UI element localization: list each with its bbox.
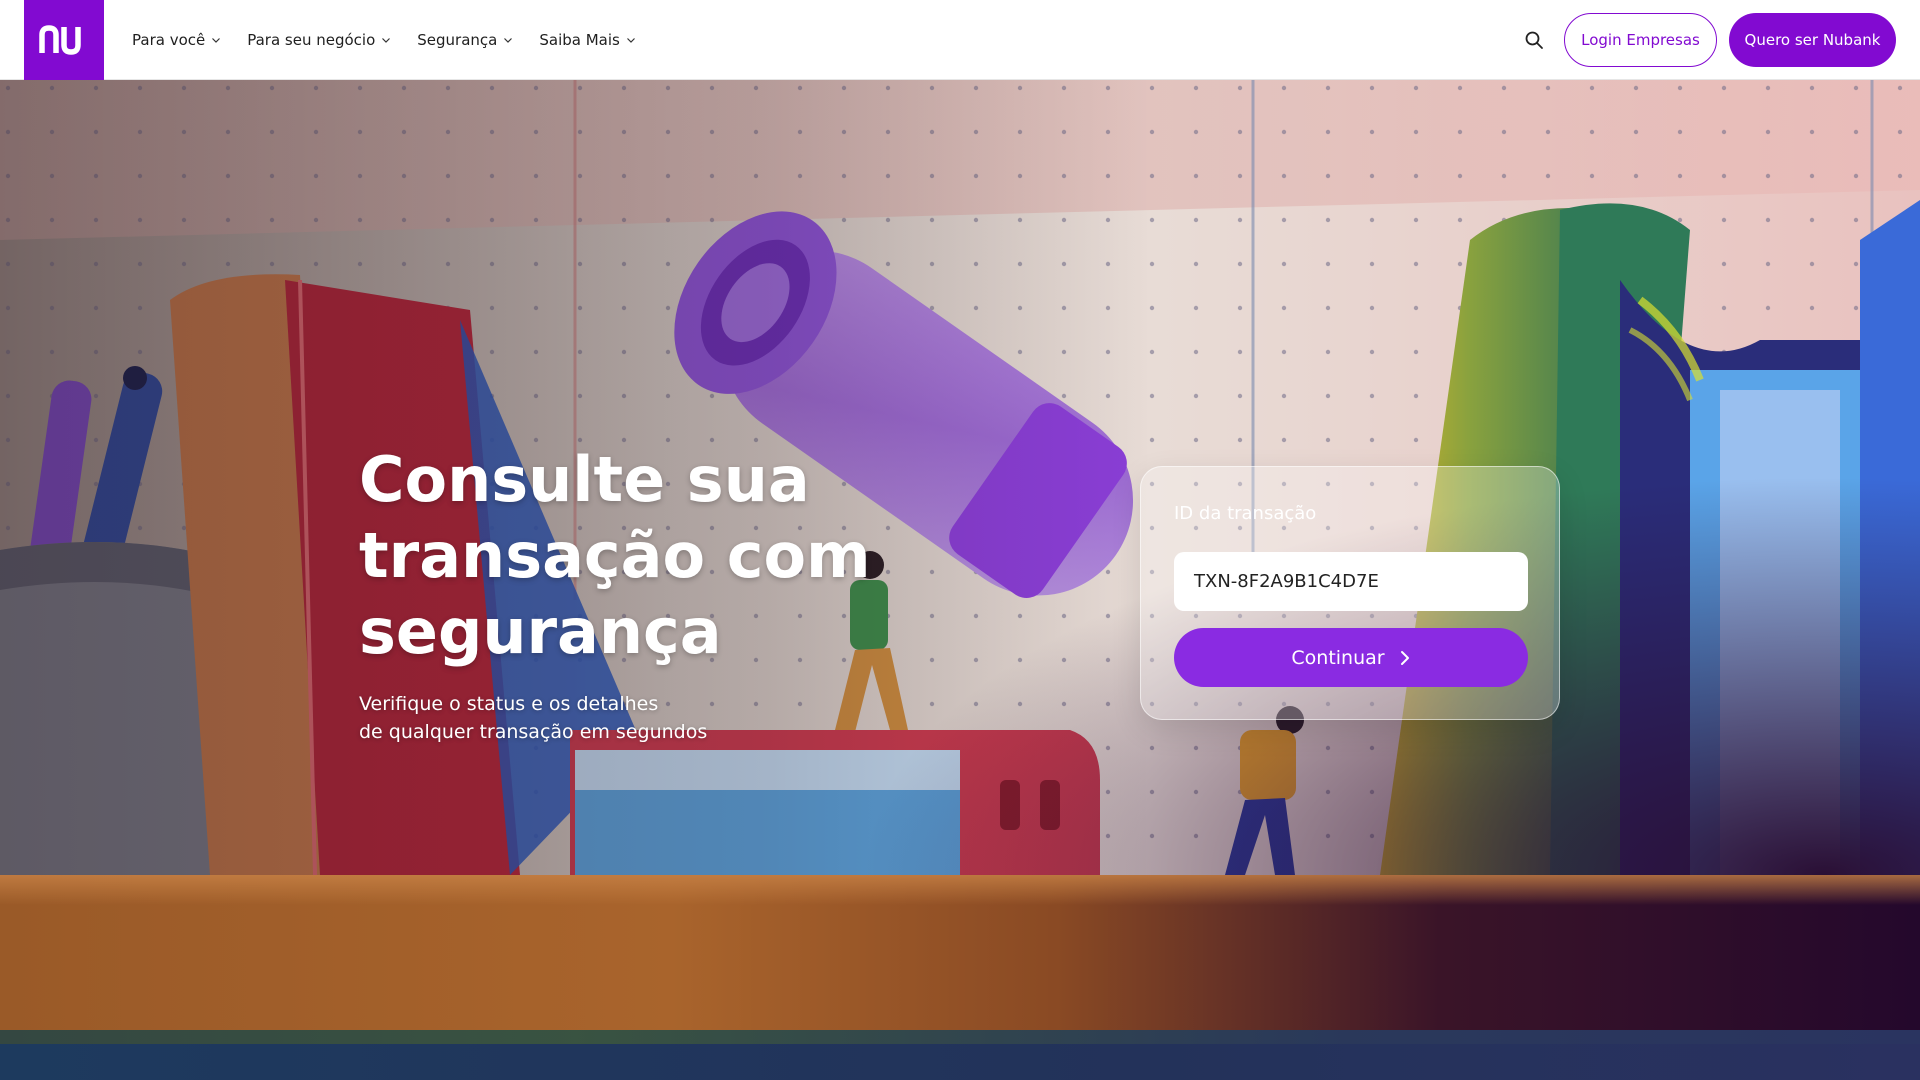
bottom-band-edge <box>0 1030 1920 1044</box>
search-button[interactable] <box>1520 26 1548 54</box>
chevron-down-icon <box>504 38 513 43</box>
nubank-logo[interactable] <box>24 0 104 80</box>
nav-item-label: Segurança <box>417 31 498 49</box>
continue-button-label: Continuar <box>1291 646 1385 669</box>
nav-item-seguranca[interactable]: Segurança <box>417 31 513 49</box>
nav-item-para-voce[interactable]: Para você <box>132 31 221 49</box>
continue-button[interactable]: Continuar <box>1174 628 1528 687</box>
hero-subtitle: Verifique o status e os detalhes de qual… <box>359 690 879 746</box>
chevron-down-icon <box>382 38 391 43</box>
nav-item-para-seu-negocio[interactable]: Para seu negócio <box>247 31 391 49</box>
nav-item-label: Para você <box>132 31 206 49</box>
hero-subtitle-line-1: Verifique o status e os detalhes <box>359 693 659 715</box>
quero-ser-nubank-button[interactable]: Quero ser Nubank <box>1729 13 1896 67</box>
chevron-down-icon <box>626 38 635 43</box>
nu-logo-mark <box>39 25 81 55</box>
top-header: Para você Para seu negócio Segurança Sai… <box>0 0 1920 80</box>
transaction-id-input[interactable]: TXN-8F2A9B1C4D7E <box>1174 552 1528 611</box>
shelf-highlight <box>0 875 1920 905</box>
main-nav: Para você Para seu negócio Segurança Sai… <box>132 0 636 80</box>
hero-section: Consulte sua transação com segurança Ver… <box>0 80 1920 875</box>
chevron-right-icon <box>1400 650 1409 665</box>
hero-subtitle-line-2: de qualquer transação em segundos <box>359 721 708 743</box>
login-empresas-button[interactable]: Login Empresas <box>1564 13 1717 67</box>
nav-item-label: Para seu negócio <box>247 31 376 49</box>
transaction-lookup-card: ID da transação TXN-8F2A9B1C4D7E Continu… <box>1140 466 1560 720</box>
nav-item-label: Saiba Mais <box>539 31 620 49</box>
transaction-id-label: ID da transação <box>1174 503 1317 524</box>
nav-item-saiba-mais[interactable]: Saiba Mais <box>539 31 635 49</box>
chevron-down-icon <box>212 38 221 43</box>
hero-title: Consulte sua transação com segurança <box>359 443 871 668</box>
search-icon <box>1525 31 1543 49</box>
